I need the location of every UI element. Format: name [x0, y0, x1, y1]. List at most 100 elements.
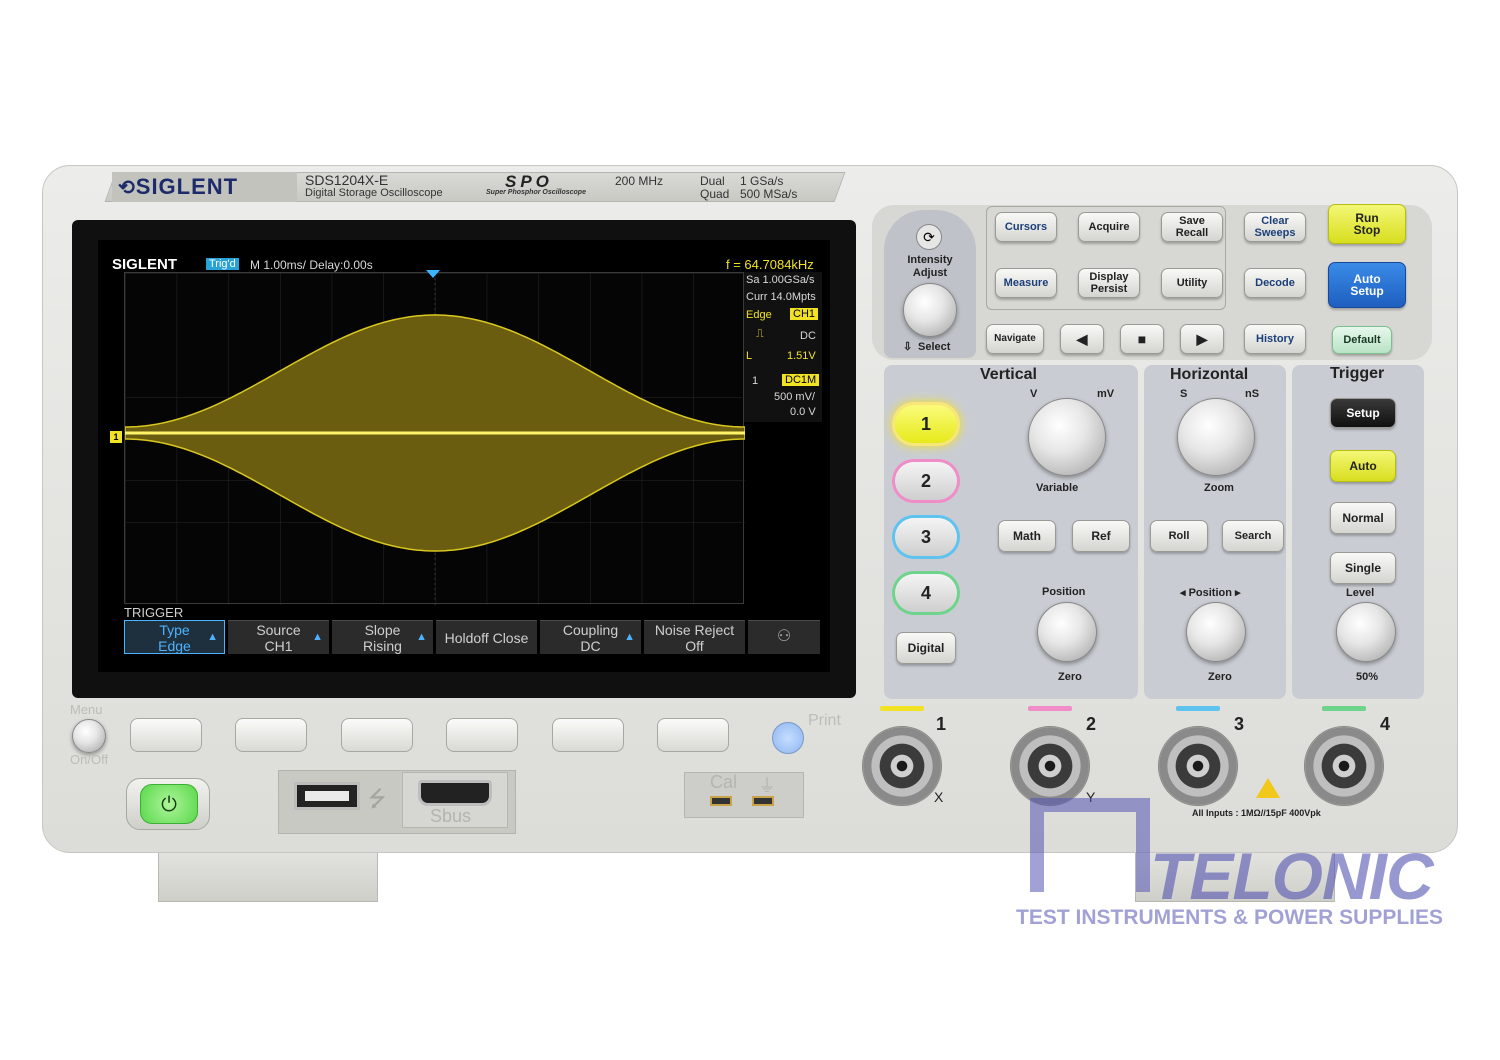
- default-button[interactable]: Default: [1332, 326, 1392, 354]
- cal-label: Cal: [710, 772, 738, 792]
- trigger-level: 1.51V: [787, 350, 816, 362]
- bnc-input-2[interactable]: [1010, 726, 1090, 806]
- decode-button[interactable]: Decode: [1244, 268, 1306, 298]
- vertical-scale-knob[interactable]: [1028, 398, 1106, 476]
- run-stop-button[interactable]: Run Stop: [1328, 204, 1406, 244]
- channel-3-color-bar: [1176, 706, 1220, 711]
- waveform-svg: [124, 273, 746, 605]
- softkey-coupling[interactable]: Coupling DC ▲: [540, 620, 641, 654]
- trigger-level-label: Level: [1346, 587, 1375, 599]
- softkey-button-6[interactable]: [657, 718, 729, 752]
- trigger-type: Edge: [746, 309, 772, 321]
- channel-1-color-bar: [880, 706, 924, 711]
- channel-4-button[interactable]: 4: [895, 574, 957, 612]
- channel-2-button[interactable]: 2: [895, 462, 957, 500]
- input-rating: All Inputs : 1MΩ//15pF 400Vpk: [1192, 808, 1321, 818]
- display-persist-button[interactable]: Display Persist: [1078, 268, 1140, 298]
- trigger-normal-button[interactable]: Normal: [1330, 502, 1396, 534]
- memory-depth: Curr 14.0Mpts: [746, 291, 816, 303]
- navigate-button[interactable]: Navigate: [986, 324, 1044, 354]
- ground-terminal[interactable]: [752, 796, 774, 806]
- softkey-type[interactable]: Type Edge ▲: [124, 620, 225, 654]
- navigate-left-button[interactable]: ◀: [1060, 324, 1104, 354]
- softkey-holdoff[interactable]: Holdoff Close: [436, 620, 537, 654]
- math-button[interactable]: Math: [998, 520, 1056, 552]
- softkey-button-3[interactable]: [341, 718, 413, 752]
- siglent-logo: ⟲SIGLENT: [118, 174, 239, 199]
- input-2-label: 2: [1086, 714, 1097, 734]
- ref-button[interactable]: Ref: [1072, 520, 1130, 552]
- frequency-readout: f = 64.7084kHz: [726, 257, 814, 272]
- horizontal-position-knob[interactable]: [1186, 602, 1246, 662]
- softkey-noise-reject[interactable]: Noise Reject Off: [644, 620, 745, 654]
- up-arrow-icon: ▲: [207, 631, 218, 643]
- bandwidth: 200 MHz: [615, 174, 664, 188]
- push-icon: ⇩: [903, 341, 913, 353]
- warning-icon: [1256, 778, 1280, 798]
- menu-label: Menu: [70, 702, 103, 717]
- vertical-position-knob[interactable]: [1037, 602, 1097, 662]
- trigger-single-button[interactable]: Single: [1330, 552, 1396, 584]
- usb-icon: ⭍: [368, 786, 387, 811]
- trigger-setup-button[interactable]: Setup: [1330, 398, 1396, 428]
- usb-port[interactable]: [294, 782, 360, 810]
- bnc-input-4[interactable]: [1304, 726, 1384, 806]
- input-3-label: 3: [1234, 714, 1245, 734]
- bnc-input-3[interactable]: [1158, 726, 1238, 806]
- cal-terminal[interactable]: [710, 796, 732, 806]
- acquire-button[interactable]: Acquire: [1078, 212, 1140, 242]
- trigger-level-knob[interactable]: [1336, 602, 1396, 662]
- cursors-button[interactable]: Cursors: [995, 212, 1057, 242]
- auto-setup-button[interactable]: Auto Setup: [1328, 262, 1406, 308]
- navigate-stop-button[interactable]: ■: [1120, 324, 1164, 354]
- softkey-button-2[interactable]: [235, 718, 307, 752]
- channel-2-color-bar: [1028, 706, 1072, 711]
- history-button[interactable]: History: [1244, 324, 1306, 354]
- save-recall-button[interactable]: Save Recall: [1161, 212, 1223, 242]
- power-button[interactable]: ⏻: [140, 784, 198, 824]
- print-button[interactable]: [772, 722, 804, 754]
- menu-onoff-button[interactable]: [72, 719, 106, 753]
- roll-button[interactable]: Roll: [1150, 520, 1208, 552]
- utility-button[interactable]: Utility: [1161, 268, 1223, 298]
- clear-sweeps-button[interactable]: Clear Sweeps: [1244, 212, 1306, 242]
- bnc-input-1[interactable]: [862, 726, 942, 806]
- channel-1-button[interactable]: 1: [895, 405, 957, 443]
- up-arrow-icon: ▲: [416, 631, 427, 643]
- softkey-button-1[interactable]: [130, 718, 202, 752]
- measure-button[interactable]: Measure: [995, 268, 1057, 298]
- trigger-source: CH1: [790, 308, 819, 320]
- sbus-port[interactable]: [418, 780, 492, 806]
- display-label: Display: [1089, 271, 1129, 283]
- horizontal-scale-knob[interactable]: [1177, 398, 1255, 476]
- setup-label: Setup: [1350, 284, 1384, 298]
- sweeps-label: Sweeps: [1254, 227, 1296, 239]
- channel-3-button[interactable]: 3: [895, 518, 957, 556]
- ch1-ground-marker: 1: [110, 431, 122, 443]
- softkey-slope[interactable]: Slope Rising ▲: [332, 620, 433, 654]
- softkey-button-4[interactable]: [446, 718, 518, 752]
- trigger-auto-button[interactable]: Auto: [1330, 450, 1396, 482]
- intensity-label-2: Adjust: [912, 267, 948, 279]
- digital-button[interactable]: Digital: [896, 632, 956, 664]
- search-button[interactable]: Search: [1222, 520, 1284, 552]
- model-subtitle: Digital Storage Oscilloscope: [305, 187, 443, 199]
- recall-label: Recall: [1175, 227, 1209, 239]
- intensity-adjust-knob[interactable]: [903, 283, 957, 337]
- input-1-label: 1: [936, 714, 947, 734]
- trigger-position-marker: [426, 270, 440, 278]
- navigate-right-button[interactable]: ▶: [1180, 324, 1224, 354]
- spo-subtitle: Super Phosphor Oscilloscope: [486, 189, 586, 196]
- rising-edge-icon: ⎍: [756, 328, 764, 340]
- telonic-wordmark: TELONIC: [1150, 839, 1434, 913]
- seconds-label: S: [1180, 388, 1188, 400]
- channel-number: 1: [752, 375, 759, 387]
- softkey-button-5[interactable]: [552, 718, 624, 752]
- up-arrow-icon: ▲: [624, 631, 635, 643]
- softkey-source[interactable]: Source CH1 ▲: [228, 620, 329, 654]
- menu-title: TRIGGER: [124, 605, 184, 620]
- save-label: Save: [1179, 215, 1205, 227]
- print-label: Print: [808, 712, 841, 729]
- intensity-button[interactable]: ⟳: [916, 224, 942, 250]
- screen-logo: SIGLENT: [112, 256, 178, 273]
